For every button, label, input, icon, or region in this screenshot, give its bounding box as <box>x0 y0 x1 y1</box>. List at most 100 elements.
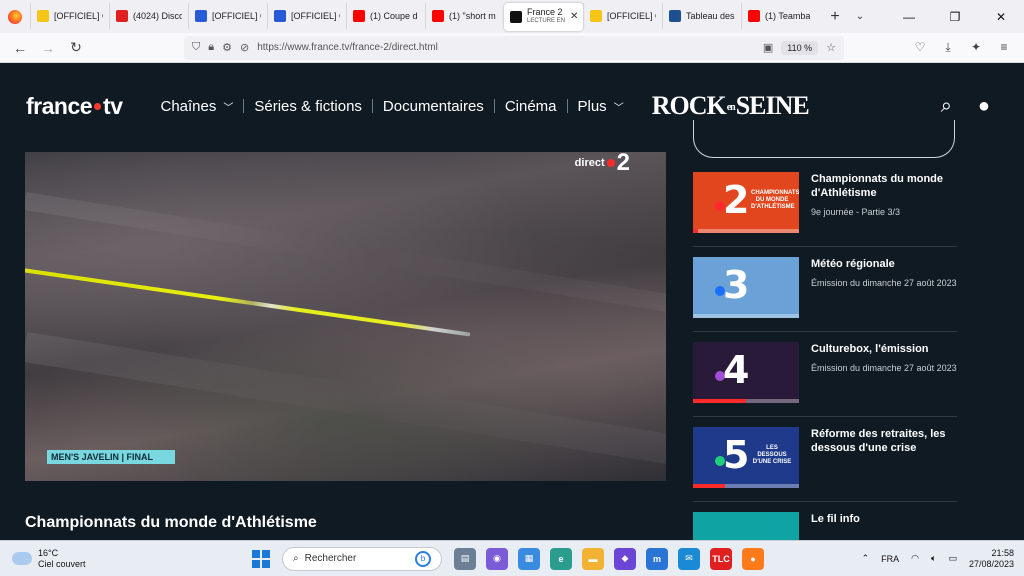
downloads-icon[interactable]: ⤓ <box>934 40 962 55</box>
lock-icon[interactable]: 🔒︎ <box>208 41 214 54</box>
youtube-icon <box>432 9 444 22</box>
browser-tab[interactable]: (1) Teamba <box>741 2 820 29</box>
guide-button[interactable] <box>693 120 955 158</box>
app-icon[interactable]: ◆ <box>614 547 636 570</box>
close-tab-icon[interactable]: ✕ <box>570 11 578 22</box>
browser-tab[interactable]: (4024) Disco <box>109 2 188 29</box>
restore-button[interactable]: ❐ <box>932 10 978 24</box>
url-text[interactable]: https://www.france.tv/france-2/direct.ht… <box>257 42 755 53</box>
program-name[interactable]: Championnats du monde d'Athlétisme <box>811 172 957 200</box>
clock-date: 27/08/2023 <box>968 558 1014 569</box>
molotov-icon[interactable]: m <box>646 547 668 570</box>
browser-tab[interactable]: [OFFICIEL] C <box>30 2 109 29</box>
zoom-level[interactable]: 110 % <box>781 40 819 55</box>
search-placeholder: Rechercher <box>304 553 357 564</box>
menu-item-label: Chaînes <box>160 97 217 115</box>
francetv-logo[interactable]: france tv <box>26 93 123 120</box>
channel-thumbnail[interactable]: 5 LES DESSOUS D'UNE CRISE <box>693 427 799 488</box>
wifi-icon[interactable]: ◠ <box>911 553 919 564</box>
weather-widget[interactable]: 16°C Ciel couvert <box>12 546 252 570</box>
browser-tab[interactable]: France 2 LECTURE EN ✕ <box>504 2 583 31</box>
windows-start-icon[interactable] <box>252 549 270 568</box>
n-icon <box>274 9 286 22</box>
live-badge: direct 2 <box>575 152 630 175</box>
picture-in-picture-icon[interactable]: ▣ <box>763 41 773 54</box>
chevron-up-icon[interactable]: ⌃ <box>862 553 870 564</box>
channel-info: Le fil info <box>811 512 957 540</box>
browser-tab[interactable]: (1) Coupe d <box>346 2 425 29</box>
channel-thumbnail[interactable] <box>693 512 799 540</box>
browser-tab[interactable]: [OFFICIEL] C <box>188 2 267 29</box>
program-name[interactable]: Culturebox, l'émission <box>811 342 957 356</box>
search-icon[interactable]: ⌕ <box>941 95 952 118</box>
tab-strip: [OFFICIEL] C (4024) Disco [OFFICIEL] C [OFF… <box>0 0 1024 33</box>
menu-item[interactable]: Cinéma <box>495 98 567 115</box>
firefox-taskbar-icon[interactable]: ● <box>742 547 764 570</box>
rock-en-seine-banner[interactable]: ROCK en SEINE <box>651 91 810 121</box>
tab-subtitle: LECTURE EN <box>527 17 566 24</box>
firefox-icon[interactable] <box>8 9 22 24</box>
menu-item[interactable]: Chaînes ﹀ <box>151 98 244 115</box>
logo-dot <box>94 102 102 110</box>
reload-button[interactable]: ↻ <box>62 39 90 56</box>
shield-icon[interactable]: ⛉ <box>192 41 200 54</box>
mail-icon[interactable]: ✉ <box>678 547 700 570</box>
browser-tab[interactable]: [OFFICIEL] C <box>583 2 662 29</box>
browser-tab[interactable]: (1) "short m <box>425 2 504 29</box>
logo-text-left: france <box>26 92 93 119</box>
channel-thumbnail[interactable]: 2 CHAMPIONNATS DU MONDE D'ATHLÉTISME <box>693 172 799 233</box>
menu-icon[interactable]: ≡ <box>990 40 1018 55</box>
browser-tab[interactable]: [OFFICIEL] C <box>267 2 346 29</box>
bing-icon[interactable]: b <box>415 550 431 567</box>
program-name[interactable]: Le fil info <box>811 512 957 526</box>
program-name[interactable]: Réforme des retraites, les dessous d'une… <box>811 427 957 455</box>
autoplay-blocked-icon[interactable]: ⊘ <box>240 41 249 54</box>
volume-icon[interactable]: 🔈︎ <box>931 553 936 564</box>
browser-tab[interactable]: Tableau des <box>662 2 741 29</box>
taskbar-search[interactable]: ⌕ Rechercher b <box>282 546 442 571</box>
tab-label: (1) Coupe d <box>370 10 418 21</box>
language-indicator[interactable]: FRA <box>881 554 899 564</box>
channel-item[interactable]: Le fil info <box>693 502 957 540</box>
user-icon[interactable]: ● <box>978 95 990 118</box>
program-subtitle: Émission du dimanche 27 août 2023 <box>811 278 957 288</box>
menu-item[interactable]: Séries & fictions <box>244 98 372 115</box>
tab-list-chevron-icon[interactable]: ⌄ <box>850 11 870 22</box>
channel-thumbnail[interactable]: 4 <box>693 342 799 403</box>
menu-item[interactable]: Plus ﹀ <box>568 98 634 115</box>
promo-rock: ROCK <box>651 91 727 120</box>
new-tab-button[interactable]: + <box>820 8 850 26</box>
tab-label: (1) Teamba <box>765 10 811 21</box>
video-player[interactable]: direct 2 MEN'S JAVELIN | FINAL <box>25 152 666 481</box>
program-title: Championnats du monde d'Athlétisme <box>25 514 317 531</box>
url-bar[interactable]: ⛉ 🔒︎ ⚙ ⊘ https://www.france.tv/france-2/… <box>184 35 844 60</box>
chevron-down-icon: ﹀ <box>613 102 624 114</box>
menu-item-label: Documentaires <box>382 97 484 115</box>
pocket-icon[interactable]: ♡ <box>906 40 934 55</box>
tlc-icon[interactable]: TLC <box>710 547 732 570</box>
clock[interactable]: 21:58 27/08/2023 <box>969 548 1014 570</box>
explorer-icon[interactable]: ▬ <box>582 547 604 570</box>
task-view-icon[interactable]: ▤ <box>454 547 476 570</box>
extensions-icon[interactable]: ✦ <box>962 40 990 55</box>
channel-thumbnail[interactable]: 3 <box>693 257 799 318</box>
back-button[interactable]: ← <box>6 40 34 56</box>
tab-list: [OFFICIEL] C (4024) Disco [OFFICIEL] C [OFF… <box>30 2 820 31</box>
bookmark-star-icon[interactable]: ☆ <box>826 41 836 54</box>
minimize-button[interactable]: — <box>886 10 932 24</box>
battery-icon[interactable]: ▭ <box>948 553 957 564</box>
edge-icon[interactable]: e <box>550 547 572 570</box>
channel-item[interactable]: 2 CHAMPIONNATS DU MONDE D'ATHLÉTISME Champ… <box>693 162 957 247</box>
progress-fill <box>693 229 699 233</box>
channel-item[interactable]: 4 Culturebox, l'émission Émission du diman… <box>693 332 957 417</box>
tab-label: [OFFICIEL] C <box>607 10 656 21</box>
channel-item[interactable]: 3 Météo régionale Émission du dimanche 27 … <box>693 247 957 332</box>
store-icon[interactable]: ▦ <box>518 547 540 570</box>
menu-item[interactable]: Documentaires <box>373 98 494 115</box>
program-name[interactable]: Météo régionale <box>811 257 957 271</box>
close-window-button[interactable]: ✕ <box>978 10 1024 24</box>
teams-icon[interactable]: ◉ <box>486 547 508 570</box>
permissions-icon[interactable]: ⚙ <box>222 41 232 54</box>
channel-item[interactable]: 5 LES DESSOUS D'UNE CRISE Réforme des retr… <box>693 417 957 502</box>
forward-button[interactable]: → <box>34 40 62 56</box>
